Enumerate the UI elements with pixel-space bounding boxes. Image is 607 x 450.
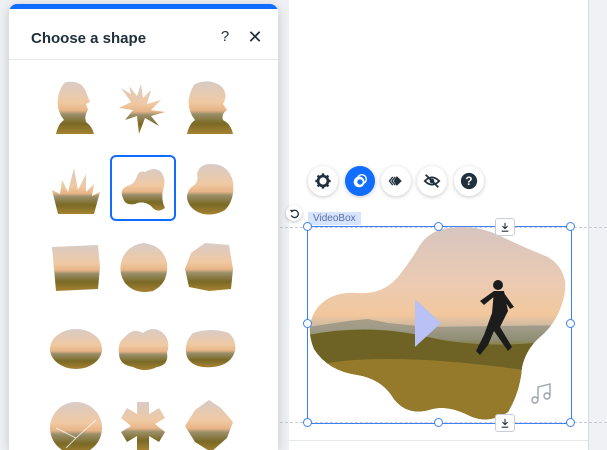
- gear-icon: [315, 173, 331, 189]
- shape-tree-head[interactable]: [177, 76, 241, 140]
- settings-button[interactable]: [308, 166, 338, 196]
- resize-handle-top-left[interactable]: [303, 222, 312, 231]
- torn-square-shape: [52, 245, 100, 291]
- shape-head-profile[interactable]: [44, 76, 108, 140]
- eye-off-icon: [423, 174, 441, 188]
- shape-blob-selected[interactable]: [110, 155, 176, 221]
- element-help-button[interactable]: ?: [454, 166, 484, 196]
- pebble-shape: [120, 243, 168, 292]
- shape-circle-cracked[interactable]: [44, 394, 108, 450]
- shape-round-blob[interactable]: [177, 156, 241, 220]
- choose-shape-panel: Choose a shape ? ✕: [9, 4, 278, 450]
- round-blob-shape: [187, 164, 234, 215]
- blob-selected-shape: [121, 169, 165, 211]
- page-edge: [588, 0, 589, 450]
- svg-text:?: ?: [465, 175, 472, 188]
- mask-button[interactable]: [345, 166, 375, 196]
- circle-cracked-shape: [50, 402, 102, 450]
- mask-icon: [353, 173, 368, 188]
- shape-torn-square[interactable]: [44, 235, 108, 299]
- rotate-icon: [289, 209, 299, 218]
- stretch-bottom-button[interactable]: [495, 414, 515, 432]
- shape-grid: [9, 60, 278, 450]
- shape-rough-square[interactable]: [177, 235, 241, 299]
- hide-button[interactable]: [417, 166, 447, 196]
- resize-handle-top-right[interactable]: [566, 222, 575, 231]
- resize-handle-top[interactable]: [434, 222, 443, 231]
- animation-icon: [388, 176, 402, 186]
- shape-flat-blob[interactable]: [177, 315, 241, 379]
- resize-handle-bottom[interactable]: [434, 418, 443, 427]
- download-arrow-icon: [501, 222, 509, 232]
- shape-crown-leaves[interactable]: [44, 156, 108, 220]
- branch-shape: [119, 84, 165, 134]
- selection-frame[interactable]: [307, 226, 572, 424]
- shape-oval[interactable]: [44, 315, 108, 379]
- diamond-rough-shape: [185, 400, 233, 450]
- help-icon: ?: [460, 172, 478, 190]
- shape-cloud[interactable]: [111, 315, 175, 379]
- resize-handle-bottom-right[interactable]: [566, 418, 575, 427]
- resize-handle-right[interactable]: [566, 319, 575, 328]
- rotate-handle[interactable]: [286, 205, 302, 221]
- tree-head-shape: [187, 81, 233, 134]
- rough-square-shape: [185, 243, 233, 291]
- download-arrow-icon: [501, 418, 509, 428]
- crown-leaves-shape: [52, 168, 100, 214]
- shape-branch[interactable]: [111, 76, 175, 140]
- flat-blob-shape: [185, 330, 236, 368]
- close-button[interactable]: ✕: [245, 27, 265, 47]
- oval-shape: [50, 329, 102, 369]
- help-button[interactable]: ?: [215, 27, 235, 47]
- shape-flower[interactable]: [111, 394, 175, 450]
- panel-header: Choose a shape ? ✕: [9, 9, 278, 60]
- flower-shape: [121, 402, 165, 450]
- shape-pebble[interactable]: [111, 235, 175, 299]
- head-profile-shape: [56, 81, 94, 134]
- element-label: VideoBox: [308, 212, 361, 225]
- cloud-shape: [118, 329, 169, 370]
- animation-button[interactable]: [381, 166, 411, 196]
- panel-title: Choose a shape: [31, 30, 147, 47]
- resize-handle-bottom-left[interactable]: [303, 418, 312, 427]
- section-divider: [289, 440, 588, 441]
- resize-handle-left[interactable]: [303, 319, 312, 328]
- stretch-top-button[interactable]: [495, 218, 515, 236]
- shape-diamond-rough[interactable]: [177, 394, 241, 450]
